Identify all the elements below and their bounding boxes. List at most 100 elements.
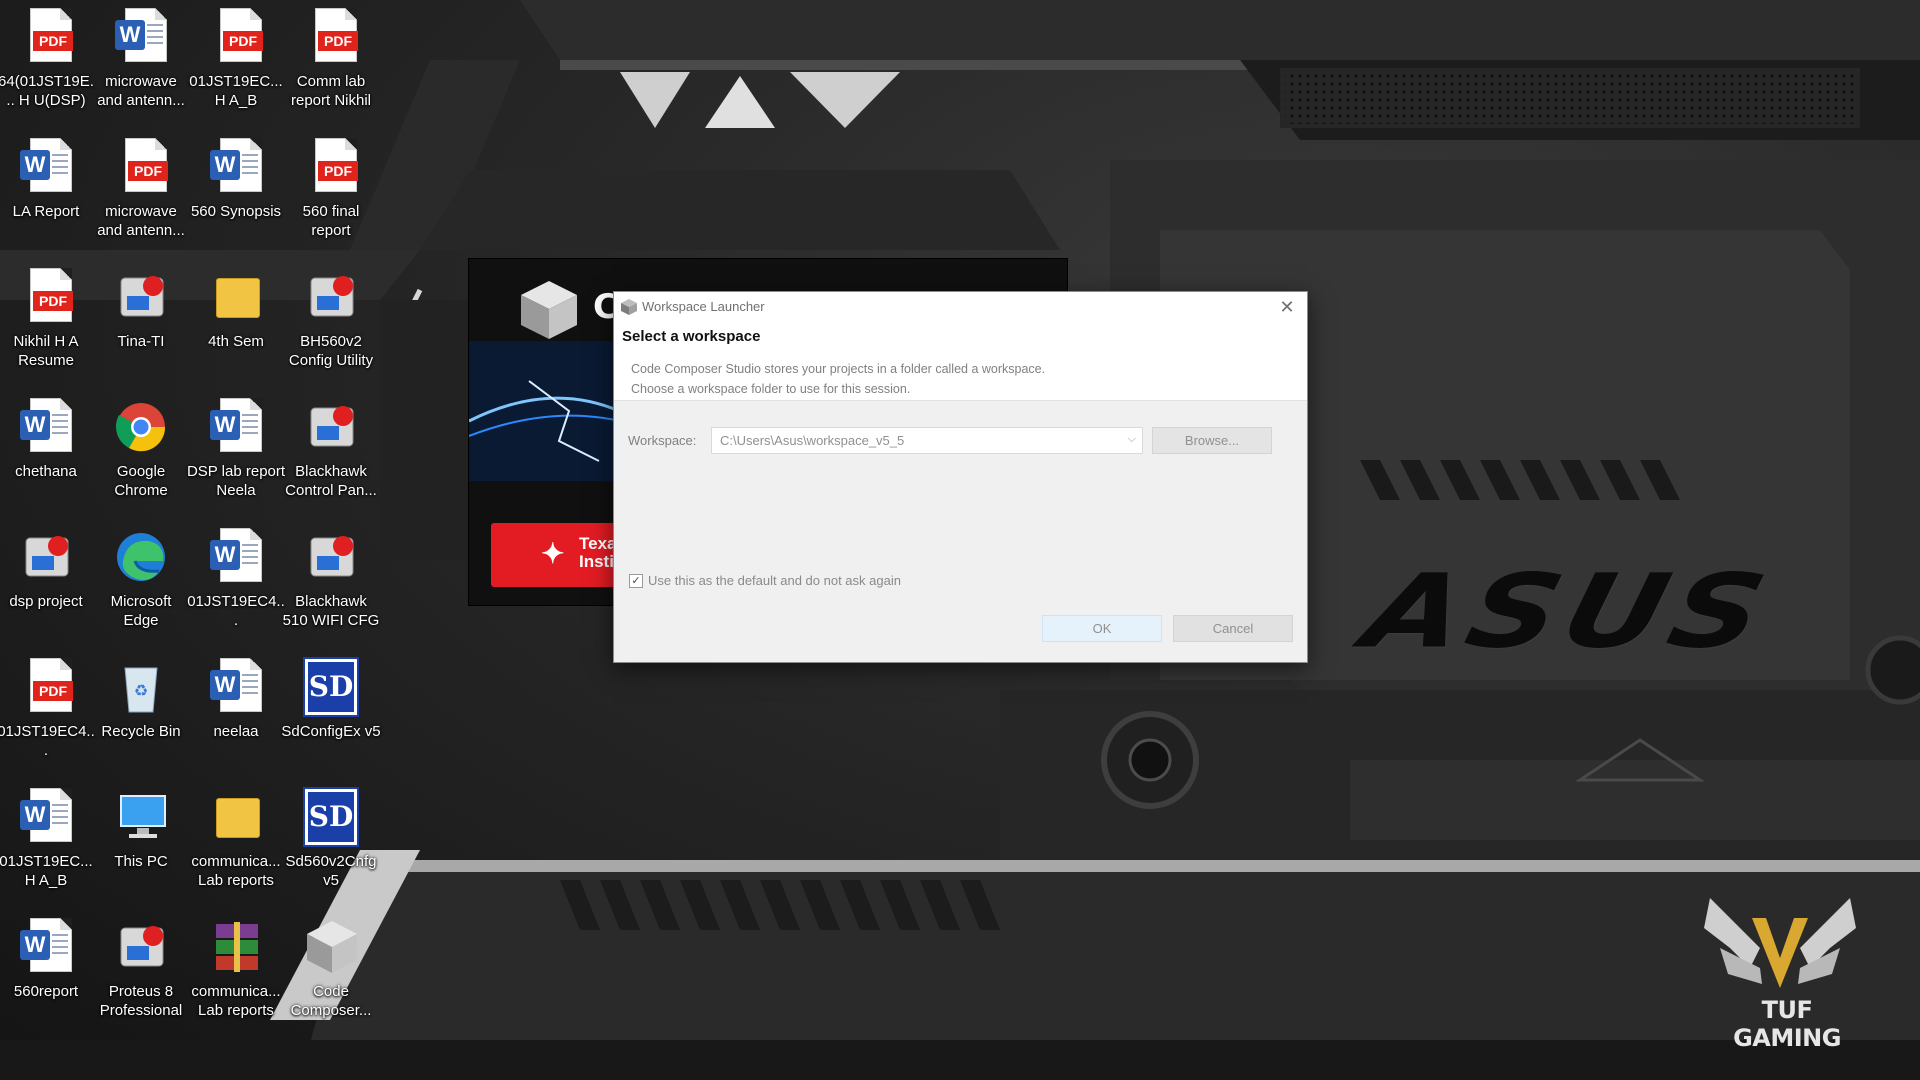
word-document-icon: W (20, 398, 72, 456)
word-document-icon: W (20, 918, 72, 976)
app-icon (305, 528, 357, 586)
winrar-icon (210, 918, 262, 976)
folder-icon (210, 788, 262, 846)
ok-button[interactable]: OK (1042, 615, 1162, 642)
recycle-bin-icon: ♻ (115, 658, 167, 716)
desktop-icon[interactable]: W 560report (0, 910, 93, 1030)
pdf-icon: PDF (115, 138, 168, 196)
pdf-icon: PDF (20, 268, 73, 326)
desktop-icon[interactable]: W 01JST19EC... H A_B (0, 780, 93, 900)
pdf-icon: PDF (210, 8, 263, 66)
desktop-icon-label: Google Chrome (114, 463, 168, 499)
desktop-icon[interactable]: 4th Sem (189, 260, 283, 380)
app-icon (305, 398, 357, 456)
desktop-icon-label: chethana (15, 463, 77, 480)
desktop-icon[interactable]: PDF 01JST19EC4... (0, 650, 95, 770)
close-icon[interactable]: ✕ (1275, 295, 1299, 319)
word-document-icon: W (210, 658, 262, 716)
desktop-icon-label: Recycle Bin (101, 723, 181, 740)
desktop-icon[interactable]: PDF 560 final report (284, 130, 378, 250)
desktop-icon-label: microwave and antenn... (97, 203, 185, 239)
desktop-icon[interactable]: W 01JST19EC4... (187, 520, 285, 640)
desktop-icon-label: dsp project (9, 593, 83, 610)
code-composer-icon (305, 918, 357, 976)
chevron-down-icon[interactable]: ⌵ (1128, 433, 1136, 446)
desktop-icon[interactable]: Microsoft Edge (94, 520, 188, 640)
desktop-icon[interactable]: dsp project (0, 520, 93, 640)
dialog-title: Workspace Launcher (642, 299, 765, 314)
desktop-icon[interactable]: W DSP lab report Neela (186, 390, 286, 510)
desktop-icon-label: SdConfigEx v5 (281, 723, 381, 740)
desktop-icon[interactable]: SD Sd560v2Cnfg v5 (284, 780, 378, 900)
workspace-path-value[interactable]: C:\Users\Asus\workspace_v5_5 (720, 433, 904, 448)
word-document-icon: W (20, 138, 72, 196)
app-icon (20, 528, 72, 586)
pdf-icon: PDF (305, 138, 358, 196)
desktop-icon[interactable]: PDF 64(01JST19E... H U(DSP) (0, 0, 94, 120)
cancel-button[interactable]: Cancel (1173, 615, 1293, 642)
desktop-icon[interactable]: communica... Lab reports (189, 910, 283, 1030)
workspace-launcher-dialog: Workspace Launcher ✕ Select a workspace … (613, 291, 1308, 663)
desktop-icon-label: This PC (114, 853, 168, 870)
default-workspace-checkbox[interactable]: ✓ (629, 574, 643, 588)
word-document-icon: W (115, 8, 167, 66)
desktop-icon[interactable]: Blackhawk Control Pan... (284, 390, 378, 510)
desktop-icon[interactable]: This PC (94, 780, 188, 900)
desktop-icon[interactable]: Google Chrome (94, 390, 188, 510)
dialog-heading: Select a workspace (622, 328, 761, 345)
ccs-app-icon (621, 299, 637, 315)
app-icon (305, 268, 357, 326)
edge-icon (115, 528, 167, 586)
desktop-icon-label: 560 Synopsis (190, 203, 282, 220)
desktop-icon[interactable]: Wchethana (0, 390, 93, 510)
desktop-icon[interactable]: PDF microwave and antenn... (94, 130, 188, 250)
desktop-icon[interactable]: Wneelaa (189, 650, 283, 770)
app-icon (115, 268, 167, 326)
asus-wallpaper-logo: ASUS (1353, 552, 1783, 672)
desktop-icon[interactable]: PDF 01JST19EC... H A_B (189, 0, 283, 120)
ccs-cube-icon (521, 281, 577, 339)
dialog-separator (614, 400, 1307, 401)
workspace-combobox[interactable]: C:\Users\Asus\workspace_v5_5 ⌵ (711, 427, 1143, 454)
desktop-icon[interactable]: SD SdConfigEx v5 (281, 650, 381, 770)
desktop-icon-label: LA Report (12, 203, 80, 220)
dialog-description-line1: Code Composer Studio stores your project… (631, 362, 1046, 376)
pdf-icon: PDF (20, 658, 73, 716)
word-document-icon: W (210, 398, 262, 456)
dialog-description: Code Composer Studio stores your project… (631, 359, 1045, 399)
desktop-icon-label: 01JST19EC... H A_B (189, 73, 283, 109)
desktop-icon[interactable]: Tina-TI (94, 260, 188, 380)
desktop-icon[interactable]: communica... Lab reports (189, 780, 283, 900)
ti-mark-icon: ✦ (541, 538, 565, 569)
desktop-icon[interactable]: W LA Report (0, 130, 93, 250)
tuf-gaming-logo: TUF GAMING (1700, 888, 1860, 1052)
folder-icon (210, 268, 262, 326)
word-document-icon: W (20, 788, 72, 846)
desktop-icon[interactable]: BH560v2 Config Utility (284, 260, 378, 380)
desktop-icon-label: 64(01JST19E... H U(DSP) (0, 73, 94, 109)
desktop-icon-label: DSP lab report Neela (186, 463, 286, 499)
pdf-icon: PDF (20, 8, 73, 66)
desktop-icon-label: Tina-TI (117, 333, 165, 350)
tuf-wings-icon (1704, 898, 1856, 988)
desktop-icon[interactable]: Wmicrowave and antenn... (94, 0, 188, 120)
tuf-gaming-text: TUF GAMING (1733, 996, 1841, 1052)
desktop-icon[interactable]: Blackhawk 510 WIFI CFG (283, 520, 379, 640)
desktop-icon[interactable]: Proteus 8 Professional (94, 910, 188, 1030)
desktop-icon-label: Comm lab report Nikhil (290, 73, 372, 109)
desktop-icon-label: Microsoft Edge (110, 593, 172, 629)
desktop-icon[interactable]: PDF Comm lab report Nikhil (284, 0, 378, 120)
desktop-icon-label: 01JST19EC... H A_B (0, 853, 93, 889)
sd-config-icon: SD (303, 657, 359, 717)
desktop-icon[interactable]: W 560 Synopsis (189, 130, 283, 250)
desktop-icon-label: Nikhil H A Resume (13, 333, 79, 369)
desktop-icon[interactable]: ♻ Recycle Bin (94, 650, 188, 770)
desktop-icon[interactable]: PDF Nikhil H A Resume (0, 260, 93, 380)
dialog-titlebar[interactable]: Workspace Launcher ✕ (614, 292, 1307, 322)
default-workspace-checkbox-label[interactable]: Use this as the default and do not ask a… (648, 573, 901, 588)
dialog-description-line2: Choose a workspace folder to use for thi… (631, 382, 911, 396)
desktop-icon-label: Blackhawk Control Pan... (285, 463, 377, 499)
desktop-icon-label: Sd560v2Cnfg v5 (285, 853, 377, 889)
desktop-icon[interactable]: Code Composer... (284, 910, 378, 1030)
browse-button[interactable]: Browse... (1152, 427, 1272, 454)
